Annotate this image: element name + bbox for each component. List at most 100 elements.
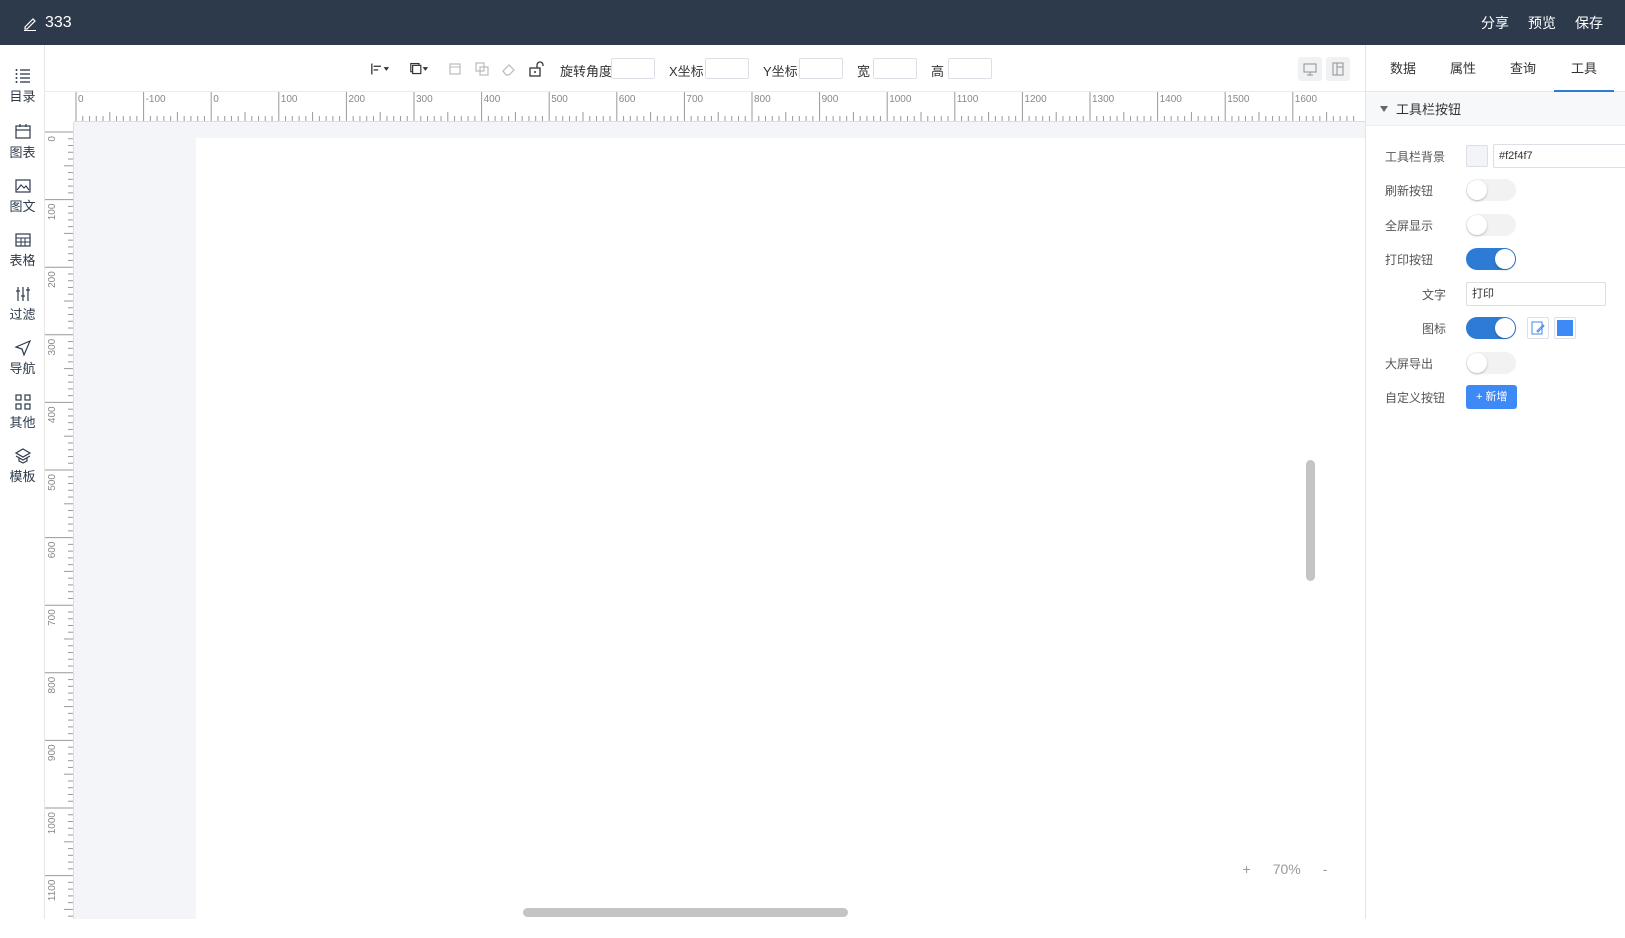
save-button[interactable]: 保存	[1575, 13, 1603, 33]
clear-button[interactable]	[499, 59, 519, 79]
layer-dropdown[interactable]	[409, 59, 429, 79]
ruler-label: 900	[822, 94, 839, 105]
horizontal-scrollbar[interactable]	[523, 908, 848, 917]
copy-icon	[475, 62, 489, 76]
project-title[interactable]: 333	[45, 14, 72, 32]
group-icon	[449, 63, 461, 75]
icon-color-picker[interactable]	[1554, 317, 1576, 339]
ruler-label: 400	[484, 94, 501, 105]
monitor-icon	[1303, 63, 1317, 76]
zoom-out-button[interactable]: -	[1323, 861, 1328, 877]
sidebar-item-template[interactable]: 模板	[0, 447, 45, 497]
page-view-button[interactable]	[1326, 57, 1350, 81]
tab-data[interactable]: 数据	[1373, 45, 1433, 92]
y-coord-input[interactable]	[799, 58, 843, 79]
sidebar-item-filter[interactable]: 过滤	[0, 285, 45, 335]
sidebar-item-catalog[interactable]: 目录	[0, 67, 45, 117]
ruler-label: 600	[619, 94, 636, 105]
y-coord-label: Y坐标	[763, 64, 798, 79]
align-left-icon	[371, 63, 390, 75]
bigscreen-export-toggle[interactable]	[1466, 352, 1516, 374]
x-coord-input[interactable]	[705, 58, 749, 79]
sidebar-item-label: 其他	[9, 415, 36, 430]
sidebar-item-label: 导航	[9, 361, 36, 376]
preview-button[interactable]: 预览	[1528, 13, 1556, 33]
ruler-label: 500	[47, 474, 58, 491]
ruler-label: 100	[47, 203, 58, 220]
fullscreen-label: 全屏显示	[1385, 219, 1434, 233]
ruler-label: 1000	[47, 812, 58, 835]
horizontal-ruler: 0 -100 0 100 200 300 400 500 600 700 800 900 1000 110…	[74, 92, 1365, 122]
eraser-icon	[502, 64, 515, 76]
ruler-label: 1000	[889, 94, 912, 105]
ruler-label: 0	[47, 136, 58, 142]
copy-button[interactable]	[472, 59, 492, 79]
ruler-corner	[45, 92, 74, 122]
sidebar-item-chart[interactable]: 图表	[0, 123, 45, 173]
width-label: 宽	[857, 64, 871, 79]
print-icon-toggle[interactable]	[1466, 317, 1516, 339]
unlock-icon	[529, 61, 544, 77]
sidebar-item-label: 表格	[9, 253, 36, 268]
ruler-label: 500	[551, 94, 568, 105]
table-icon	[14, 233, 31, 247]
template-icon	[14, 448, 31, 464]
ruler-label: 1400	[1160, 94, 1183, 105]
ruler-label: 0	[78, 94, 84, 105]
vertical-scrollbar[interactable]	[1306, 460, 1315, 581]
tab-tools[interactable]: 工具	[1554, 45, 1614, 92]
tab-properties[interactable]: 属性	[1433, 45, 1493, 92]
project-title-area[interactable]: 333	[22, 14, 72, 32]
align-dropdown[interactable]	[370, 59, 390, 79]
toolbar-bg-input[interactable]: #f2f4f7	[1493, 144, 1625, 168]
refresh-toggle[interactable]	[1466, 179, 1516, 201]
ruler-label: 600	[47, 541, 58, 558]
tab-query[interactable]: 查询	[1493, 45, 1553, 92]
ruler-label: 0	[213, 94, 219, 105]
bigscreen-export-label: 大屏导出	[1385, 357, 1434, 371]
zoom-in-button[interactable]: +	[1243, 861, 1251, 877]
ruler-label: 800	[754, 94, 771, 105]
edit-pencil-icon	[24, 17, 36, 31]
print-label: 打印按钮	[1385, 253, 1434, 267]
section-title: 工具栏按钮	[1396, 102, 1462, 117]
ruler-label: 700	[686, 94, 703, 105]
sidebar-item-table[interactable]: 表格	[0, 231, 45, 281]
ruler-label: 1600	[1295, 94, 1318, 105]
group-button[interactable]	[445, 59, 465, 79]
width-input[interactable]	[873, 58, 917, 79]
sidebar-item-navigation[interactable]: 导航	[0, 339, 45, 389]
sidebar-item-image-text[interactable]: 图文	[0, 177, 45, 227]
toolbar-bg-label: 工具栏背景	[1385, 150, 1446, 164]
ruler-label: 300	[47, 338, 58, 355]
panel-tabs: 数据 属性 查询 工具	[1366, 45, 1625, 92]
layer-icon	[410, 62, 429, 75]
vertical-ruler: 0 100 200 300 400 500 600 700 800 900 1000 1100	[45, 122, 74, 919]
lock-button[interactable]	[526, 59, 546, 79]
canvas-toolbar: 旋转角度 X坐标 Y坐标 宽 高	[45, 45, 1365, 92]
section-header-toolbar-buttons[interactable]: 工具栏按钮	[1366, 92, 1625, 126]
screen-view-button[interactable]	[1298, 57, 1322, 81]
sidebar-item-label: 目录	[9, 89, 36, 104]
refresh-label: 刷新按钮	[1385, 184, 1434, 198]
layout-icon	[1332, 62, 1344, 76]
chart-calendar-icon	[14, 124, 31, 139]
design-page[interactable]	[196, 138, 1396, 938]
navigation-icon	[13, 339, 31, 357]
print-text-input[interactable]: 打印	[1466, 282, 1606, 306]
fullscreen-toggle[interactable]	[1466, 214, 1516, 236]
height-input[interactable]	[948, 58, 992, 79]
component-sidebar: 目录 图表 图文 表格 过滤 导航 其他 模板	[0, 45, 45, 919]
share-button[interactable]: 分享	[1481, 13, 1509, 33]
sidebar-item-other[interactable]: 其他	[0, 393, 45, 443]
print-toggle[interactable]	[1466, 248, 1516, 270]
ruler-label: 1100	[47, 879, 58, 901]
icon-picker-button[interactable]	[1527, 317, 1549, 339]
ruler-label: 1300	[1092, 94, 1115, 105]
print-icon-label: 图标	[1422, 322, 1447, 336]
add-custom-button[interactable]: + 新增	[1466, 385, 1518, 409]
toolbar-bg-color-swatch[interactable]	[1466, 145, 1488, 167]
rotate-input[interactable]	[611, 58, 655, 79]
zoom-value: 70%	[1272, 861, 1301, 877]
filter-icon	[15, 287, 30, 301]
